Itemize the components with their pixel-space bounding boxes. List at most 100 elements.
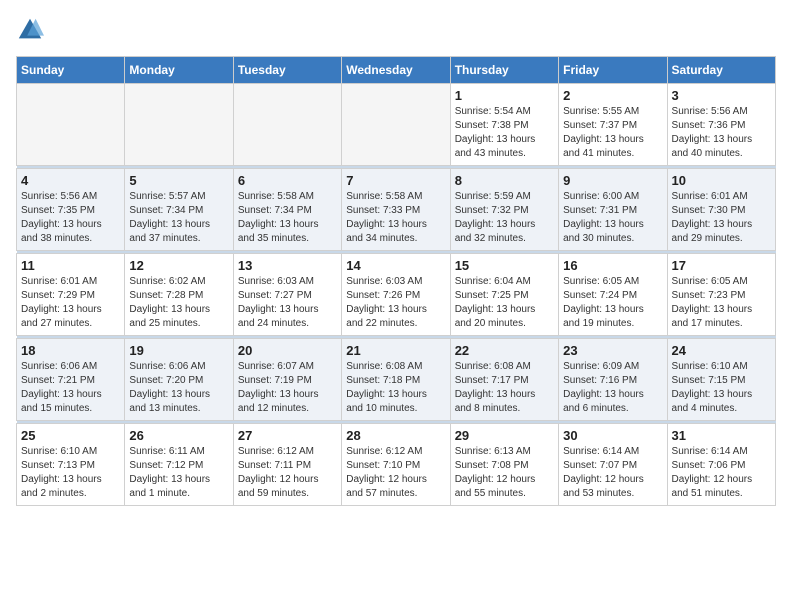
day-number: 15: [455, 258, 554, 273]
day-number: 12: [129, 258, 228, 273]
weekday-tuesday: Tuesday: [233, 57, 341, 84]
day-info: Sunrise: 5:59 AMSunset: 7:32 PMDaylight:…: [455, 190, 554, 246]
day-cell: 9Sunrise: 6:00 AMSunset: 7:31 PMDaylight…: [559, 169, 667, 251]
day-number: 2: [563, 88, 662, 103]
weekday-saturday: Saturday: [667, 57, 775, 84]
day-number: 31: [672, 428, 771, 443]
day-info: Sunrise: 6:08 AMSunset: 7:18 PMDaylight:…: [346, 360, 445, 416]
week-row-3: 11 Sunrise: 6:01 AMSunset: 7:29 PMDayligh…: [17, 254, 776, 336]
day-number: 25: [21, 428, 120, 443]
day-cell: 7Sunrise: 5:58 AMSunset: 7:33 PMDaylight…: [342, 169, 450, 251]
day-info: Sunrise: 6:00 AMSunset: 7:31 PMDaylight:…: [563, 190, 662, 246]
day-cell: 25 Sunrise: 6:10 AMSunset: 7:13 PMDayligh…: [17, 424, 125, 506]
day-number: 1: [455, 88, 554, 103]
day-number: 17: [672, 258, 771, 273]
day-info: Sunrise: 5:56 AMSunset: 7:35 PMDaylight:…: [21, 190, 120, 246]
day-number: 19: [129, 343, 228, 358]
day-number: 13: [238, 258, 337, 273]
day-info: Sunrise: 5:58 AMSunset: 7:33 PMDaylight:…: [346, 190, 445, 246]
day-number: 10: [672, 173, 771, 188]
day-info: Sunrise: 5:58 AMSunset: 7:34 PMDaylight:…: [238, 190, 337, 246]
week-row-5: 25 Sunrise: 6:10 AMSunset: 7:13 PMDayligh…: [17, 424, 776, 506]
day-cell: 13 Sunrise: 6:03 AMSunset: 7:27 PMDayligh…: [233, 254, 341, 336]
day-number: 11: [21, 258, 120, 273]
day-number: 20: [238, 343, 337, 358]
day-info: Sunrise: 6:10 AMSunset: 7:13 PMDaylight:…: [21, 445, 120, 501]
week-row-4: 18Sunrise: 6:06 AMSunset: 7:21 PMDayligh…: [17, 339, 776, 421]
day-number: 8: [455, 173, 554, 188]
day-number: 18: [21, 343, 120, 358]
day-info: Sunrise: 6:03 AMSunset: 7:26 PMDaylight:…: [346, 275, 445, 331]
day-info: Sunrise: 5:56 AMSunset: 7:36 PMDaylight:…: [672, 105, 771, 161]
day-cell: 3 Sunrise: 5:56 AMSunset: 7:36 PMDaylight…: [667, 84, 775, 166]
page-header: [16, 16, 776, 44]
day-cell: 30Sunrise: 6:14 AMSunset: 7:07 PMDayligh…: [559, 424, 667, 506]
day-cell: 28 Sunrise: 6:12 AMSunset: 7:10 PMDayligh…: [342, 424, 450, 506]
day-cell: 15 Sunrise: 6:04 AMSunset: 7:25 PMDayligh…: [450, 254, 558, 336]
weekday-monday: Monday: [125, 57, 233, 84]
day-number: 16: [563, 258, 662, 273]
day-info: Sunrise: 6:12 AMSunset: 7:10 PMDaylight:…: [346, 445, 445, 501]
day-cell: [233, 84, 341, 166]
day-info: Sunrise: 6:09 AMSunset: 7:16 PMDaylight:…: [563, 360, 662, 416]
day-number: 21: [346, 343, 445, 358]
day-cell: 10Sunrise: 6:01 AMSunset: 7:30 PMDayligh…: [667, 169, 775, 251]
day-number: 5: [129, 173, 228, 188]
day-cell: 18Sunrise: 6:06 AMSunset: 7:21 PMDayligh…: [17, 339, 125, 421]
day-number: 27: [238, 428, 337, 443]
day-cell: 6Sunrise: 5:58 AMSunset: 7:34 PMDaylight…: [233, 169, 341, 251]
day-info: Sunrise: 5:57 AMSunset: 7:34 PMDaylight:…: [129, 190, 228, 246]
day-number: 14: [346, 258, 445, 273]
day-cell: 11 Sunrise: 6:01 AMSunset: 7:29 PMDayligh…: [17, 254, 125, 336]
day-info: Sunrise: 6:13 AMSunset: 7:08 PMDaylight:…: [455, 445, 554, 501]
day-info: Sunrise: 6:07 AMSunset: 7:19 PMDaylight:…: [238, 360, 337, 416]
day-cell: 31 Sunrise: 6:14 AMSunset: 7:06 PMDayligh…: [667, 424, 775, 506]
day-cell: 4 Sunrise: 5:56 AMSunset: 7:35 PMDaylight…: [17, 169, 125, 251]
day-cell: 23 Sunrise: 6:09 AMSunset: 7:16 PMDayligh…: [559, 339, 667, 421]
day-cell: 12 Sunrise: 6:02 AMSunset: 7:28 PMDayligh…: [125, 254, 233, 336]
day-cell: [17, 84, 125, 166]
day-info: Sunrise: 6:11 AMSunset: 7:12 PMDaylight:…: [129, 445, 228, 501]
day-cell: 20 Sunrise: 6:07 AMSunset: 7:19 PMDayligh…: [233, 339, 341, 421]
day-number: 29: [455, 428, 554, 443]
weekday-thursday: Thursday: [450, 57, 558, 84]
day-number: 24: [672, 343, 771, 358]
day-info: Sunrise: 6:06 AMSunset: 7:20 PMDaylight:…: [129, 360, 228, 416]
day-info: Sunrise: 6:05 AMSunset: 7:24 PMDaylight:…: [563, 275, 662, 331]
day-info: Sunrise: 6:12 AMSunset: 7:11 PMDaylight:…: [238, 445, 337, 501]
day-number: 4: [21, 173, 120, 188]
day-cell: 21 Sunrise: 6:08 AMSunset: 7:18 PMDayligh…: [342, 339, 450, 421]
logo: [16, 16, 48, 44]
day-info: Sunrise: 6:14 AMSunset: 7:07 PMDaylight:…: [563, 445, 662, 501]
day-cell: 29 Sunrise: 6:13 AMSunset: 7:08 PMDayligh…: [450, 424, 558, 506]
calendar-body: 1 Sunrise: 5:54 AMSunset: 7:38 PMDaylight…: [17, 84, 776, 506]
day-info: Sunrise: 5:54 AMSunset: 7:38 PMDaylight:…: [455, 105, 554, 161]
weekday-friday: Friday: [559, 57, 667, 84]
day-info: Sunrise: 5:55 AMSunset: 7:37 PMDaylight:…: [563, 105, 662, 161]
week-row-2: 4 Sunrise: 5:56 AMSunset: 7:35 PMDaylight…: [17, 169, 776, 251]
day-cell: 14 Sunrise: 6:03 AMSunset: 7:26 PMDayligh…: [342, 254, 450, 336]
day-cell: [342, 84, 450, 166]
day-info: Sunrise: 6:08 AMSunset: 7:17 PMDaylight:…: [455, 360, 554, 416]
day-cell: 17Sunrise: 6:05 AMSunset: 7:23 PMDayligh…: [667, 254, 775, 336]
day-info: Sunrise: 6:02 AMSunset: 7:28 PMDaylight:…: [129, 275, 228, 331]
day-cell: 1 Sunrise: 5:54 AMSunset: 7:38 PMDaylight…: [450, 84, 558, 166]
day-info: Sunrise: 6:03 AMSunset: 7:27 PMDaylight:…: [238, 275, 337, 331]
day-cell: 16 Sunrise: 6:05 AMSunset: 7:24 PMDayligh…: [559, 254, 667, 336]
day-cell: 19 Sunrise: 6:06 AMSunset: 7:20 PMDayligh…: [125, 339, 233, 421]
day-cell: 26 Sunrise: 6:11 AMSunset: 7:12 PMDayligh…: [125, 424, 233, 506]
day-cell: 22Sunrise: 6:08 AMSunset: 7:17 PMDayligh…: [450, 339, 558, 421]
day-info: Sunrise: 6:04 AMSunset: 7:25 PMDaylight:…: [455, 275, 554, 331]
day-cell: 27 Sunrise: 6:12 AMSunset: 7:11 PMDayligh…: [233, 424, 341, 506]
day-number: 23: [563, 343, 662, 358]
day-info: Sunrise: 6:10 AMSunset: 7:15 PMDaylight:…: [672, 360, 771, 416]
day-number: 26: [129, 428, 228, 443]
weekday-wednesday: Wednesday: [342, 57, 450, 84]
day-number: 3: [672, 88, 771, 103]
day-number: 28: [346, 428, 445, 443]
day-info: Sunrise: 6:01 AMSunset: 7:29 PMDaylight:…: [21, 275, 120, 331]
weekday-header-row: SundayMondayTuesdayWednesdayThursdayFrid…: [17, 57, 776, 84]
day-info: Sunrise: 6:14 AMSunset: 7:06 PMDaylight:…: [672, 445, 771, 501]
calendar: SundayMondayTuesdayWednesdayThursdayFrid…: [16, 56, 776, 506]
day-cell: 24 Sunrise: 6:10 AMSunset: 7:15 PMDayligh…: [667, 339, 775, 421]
